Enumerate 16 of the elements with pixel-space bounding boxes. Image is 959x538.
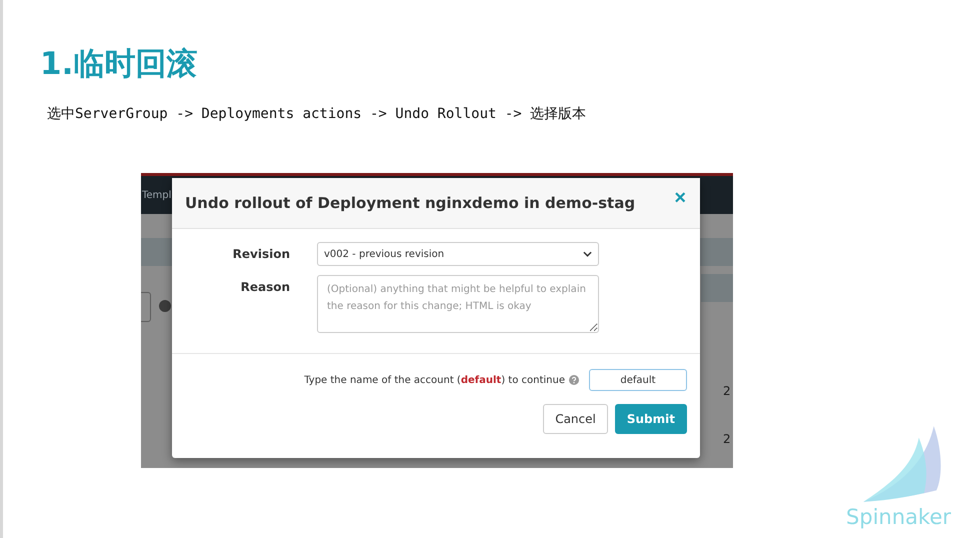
table-header (701, 274, 733, 302)
slide-subtitle: 选中ServerGroup -> Deployments actions -> Undo Rollout -> 选择版本 (46, 105, 588, 124)
header-text: Templ (141, 190, 172, 200)
field-label: Revision (232, 246, 290, 261)
cancel-button[interactable]: Cancel (543, 404, 608, 434)
slide-title: 1.临时回滚 (39, 45, 198, 84)
reason-field[interactable]: (Optional) anything that might be helpful to explain the reason for this change; HTML is okay (317, 275, 599, 333)
revision-dropdown[interactable]: v002 - previous revision (317, 242, 599, 266)
account-input[interactable]: default (589, 369, 687, 391)
field-label: Reason (240, 279, 290, 294)
chevron-icon (583, 251, 592, 257)
confirm-prompt: Type the name of the account (default) to continue (304, 374, 565, 386)
table-cell: 2 (723, 384, 731, 398)
logo-text: Spinnaker (846, 505, 951, 529)
table-cell: 2 (723, 432, 731, 446)
dialog-title: Undo rollout of Deployment nginxdemo in demo-stag (185, 194, 636, 212)
